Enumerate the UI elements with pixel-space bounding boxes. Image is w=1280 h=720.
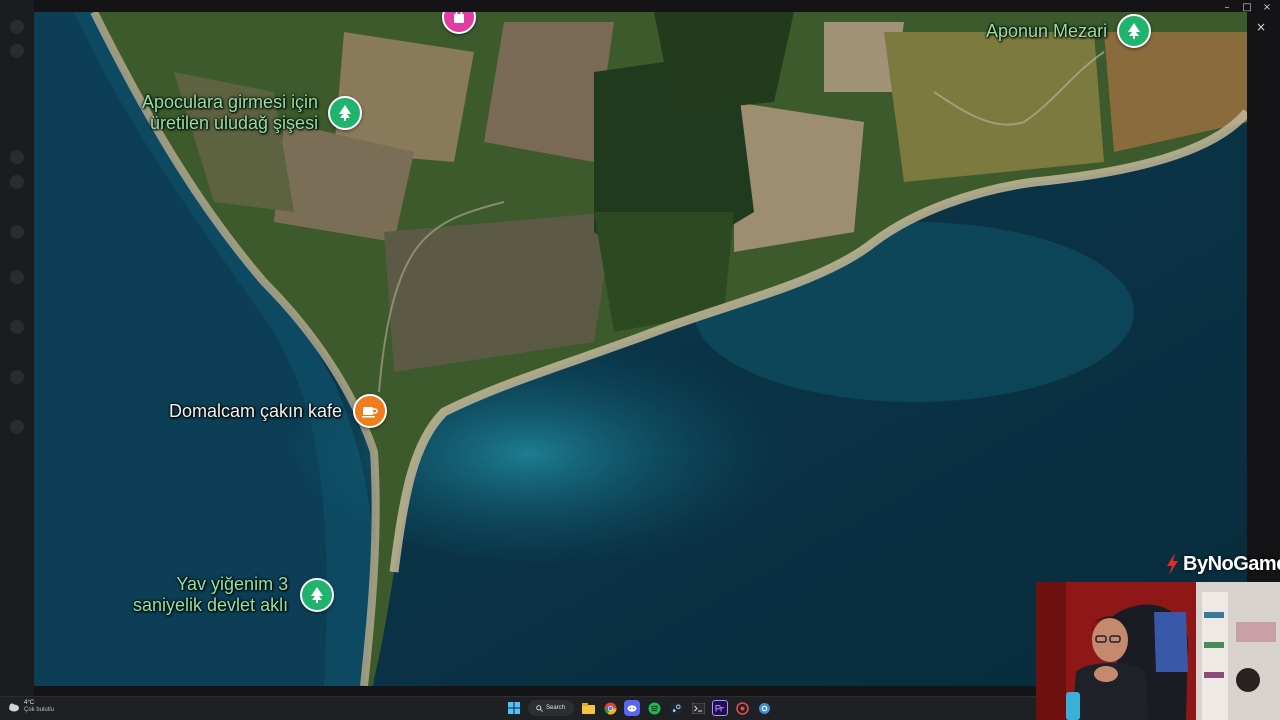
sidebar-dot [10,175,24,189]
channel-watermark: ByNoGame [1163,552,1280,576]
weather-temp: 4°C [24,700,35,706]
sidebar-dot [10,225,24,239]
map-marker-aponun[interactable]: Aponun Mezari [986,14,1152,48]
shopping-bag-icon [442,12,476,34]
window-controls: – □ × [1222,2,1272,13]
close-button[interactable]: × [1262,2,1272,13]
marker-label-yav: Yav yiğenim 3 saniyelik devlet aklı [133,574,289,615]
marker-label-kafe: Domalcam çakın kafe [169,400,343,421]
search-label: Search [546,705,566,711]
premiere-icon[interactable] [712,700,728,716]
sidebar-dot [10,44,24,58]
webcam-overlay [1036,582,1280,720]
sidebar-dot [10,150,24,164]
sidebar-dot [10,20,24,34]
sidebar-dot [10,320,24,334]
steam-icon[interactable] [668,700,684,716]
tree-icon [1117,14,1152,48]
maximize-button[interactable]: □ [1242,2,1252,13]
terminal-icon[interactable] [690,700,706,716]
watermark-text: ByNoGame [1183,552,1280,575]
bynogame-logo-icon [1167,553,1178,575]
taskbar-search[interactable]: Search [528,700,574,716]
search-icon [536,704,543,712]
desktop-screen: – □ × × Aponun Mezari Apoculara girmesi … [0,0,1280,720]
marker-label-aponun: Aponun Mezari [986,20,1108,41]
map-close-button[interactable]: × [1256,20,1266,34]
app-icon[interactable] [734,700,750,716]
weather-condition: Çok bulutlu [24,707,55,713]
windows-start-icon[interactable] [506,700,522,716]
settings-icon[interactable] [756,700,772,716]
map-marker-yav[interactable]: Yav yiğenim 3 saniyelik devlet aklı [133,574,335,616]
sidebar-dot [10,270,24,284]
map-marker-uludag[interactable]: Apoculara girmesi için üretilen uludağ ş… [142,92,363,134]
spotify-icon[interactable] [646,700,662,716]
taskbar-apps: Search [506,700,772,716]
file-explorer-icon[interactable] [580,700,596,716]
sidebar-dot [10,420,24,434]
map-marker-shop[interactable] [442,12,476,34]
marker-label-uludag: Apoculara girmesi için üretilen uludağ ş… [142,92,319,133]
map-marker-kafe[interactable]: Domalcam çakın kafe [169,394,388,428]
webcam-feed-image [1036,582,1280,720]
minimize-button[interactable]: – [1222,2,1232,13]
sidebar-dot [10,370,24,384]
tree-icon [300,578,335,612]
cloud-icon [9,703,19,712]
tree-icon [328,96,363,130]
chrome-icon[interactable] [602,700,618,716]
coffee-cup-icon [353,394,388,428]
background-app-strip [0,0,34,696]
weather-widget[interactable]: 4°C Çok bulutlu [8,700,54,714]
discord-icon[interactable] [624,700,640,716]
